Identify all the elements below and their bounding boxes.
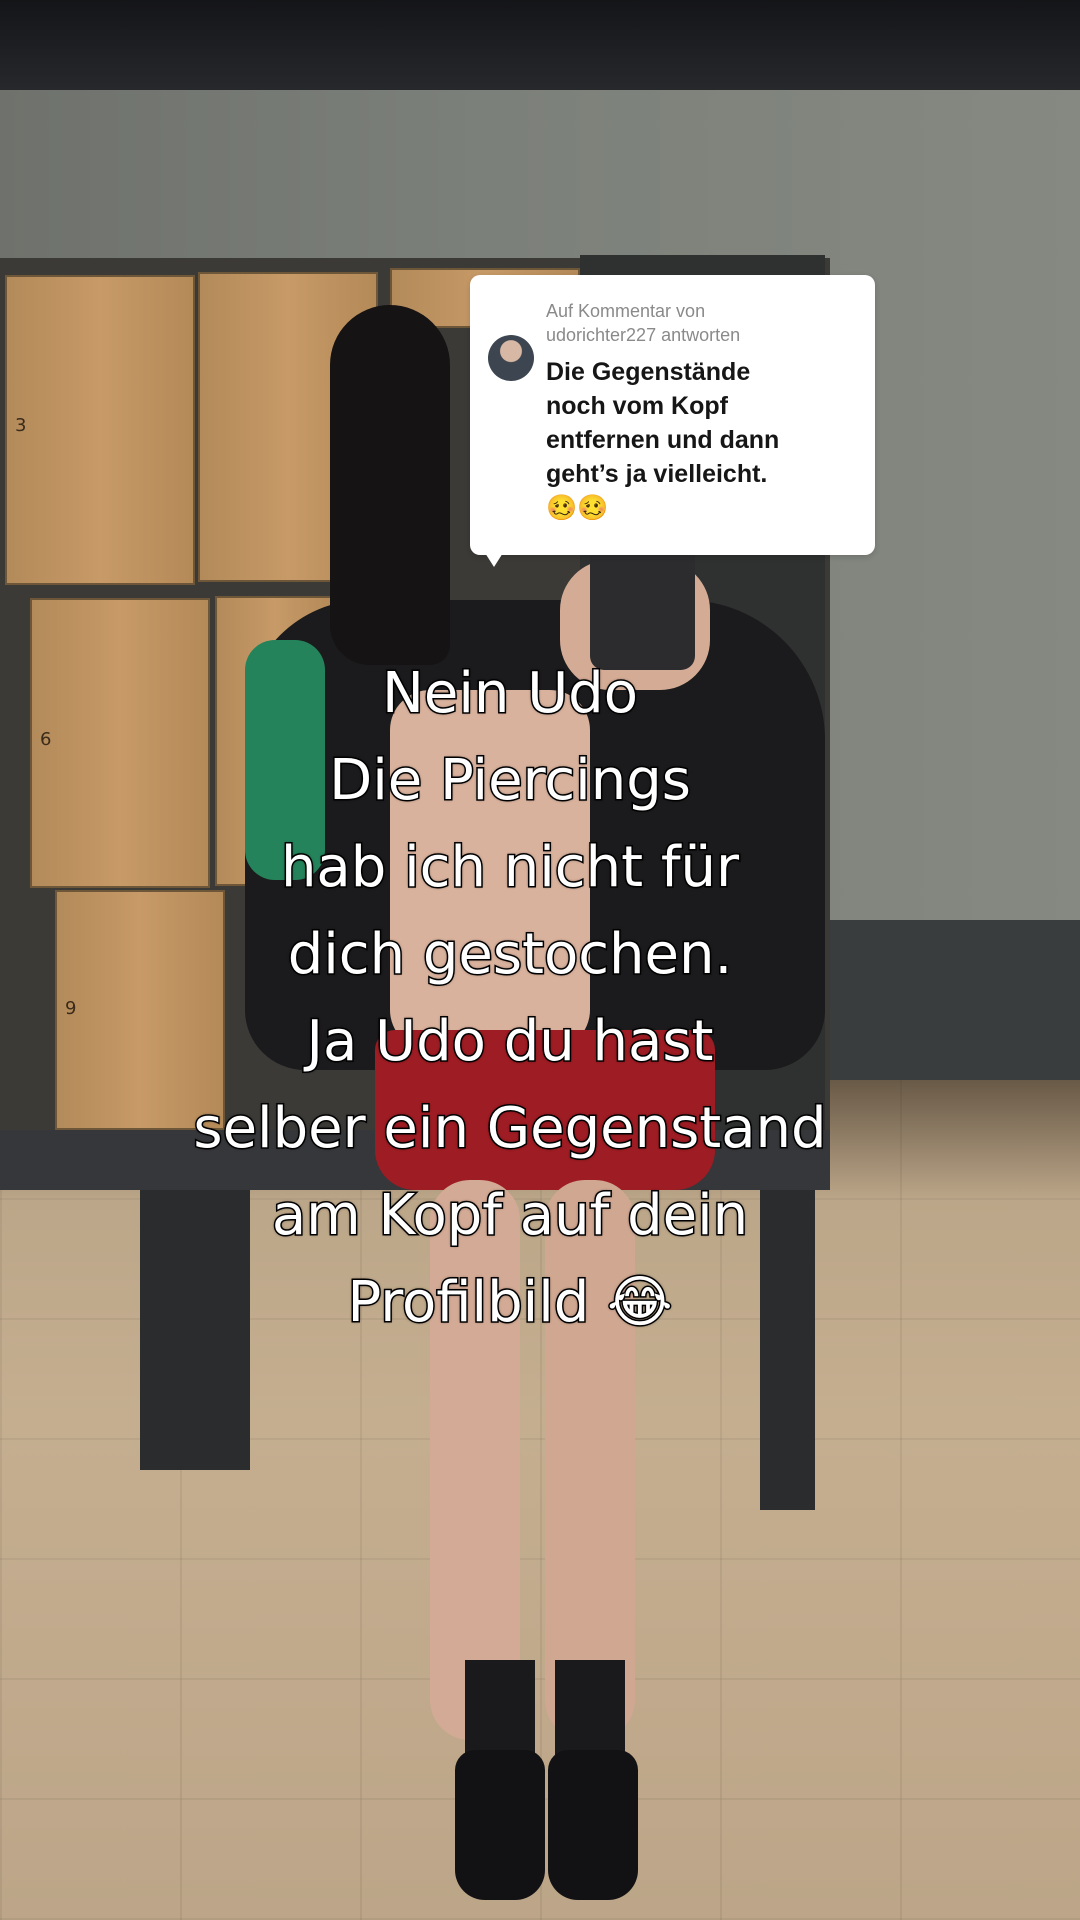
caption-line: Die Piercings (328, 747, 693, 815)
locker-number: 3 (15, 414, 27, 436)
caption-line: selber ein Gegenstand (192, 1095, 828, 1163)
ceiling (0, 0, 1080, 90)
caption-line: hab ich nicht für (279, 834, 740, 902)
caption-line: Nein Udo (381, 660, 640, 728)
locker-door: 3 (5, 275, 195, 585)
reply-comment-text: Die Gegenstände noch vom Kopf entfernen … (546, 355, 845, 525)
caption-line: Ja Udo du hast (305, 1008, 715, 1076)
caption-overlay: Nein Udo Die Piercings hab ich nicht für… (60, 650, 960, 1346)
reply-header: Auf Kommentar von udorichter227 antworte… (546, 299, 845, 347)
comment-line: Die Gegenstände (546, 358, 751, 386)
commenter-avatar[interactable] (488, 335, 534, 381)
locker-number: 6 (40, 728, 52, 750)
caption-line: Profilbild 😂 (346, 1269, 674, 1337)
reply-header-line: Auf Kommentar von (546, 301, 706, 321)
sticker-tail (480, 545, 508, 567)
person-hair (330, 305, 450, 665)
caption-line: am Kopf auf dein (270, 1182, 749, 1250)
comment-line: geht’s ja vielleicht. (546, 460, 768, 488)
comment-line: noch vom Kopf (546, 392, 728, 420)
shoe (455, 1750, 545, 1900)
comment-emoji: 🥴🥴 (546, 494, 609, 522)
comment-reply-sticker[interactable]: Auf Kommentar von udorichter227 antworte… (470, 275, 875, 555)
shoe (548, 1750, 638, 1900)
reply-username[interactable]: udorichter227 antworten (546, 325, 740, 345)
caption-line: dich gestochen. (286, 921, 734, 989)
comment-line: entfernen und dann (546, 426, 780, 454)
